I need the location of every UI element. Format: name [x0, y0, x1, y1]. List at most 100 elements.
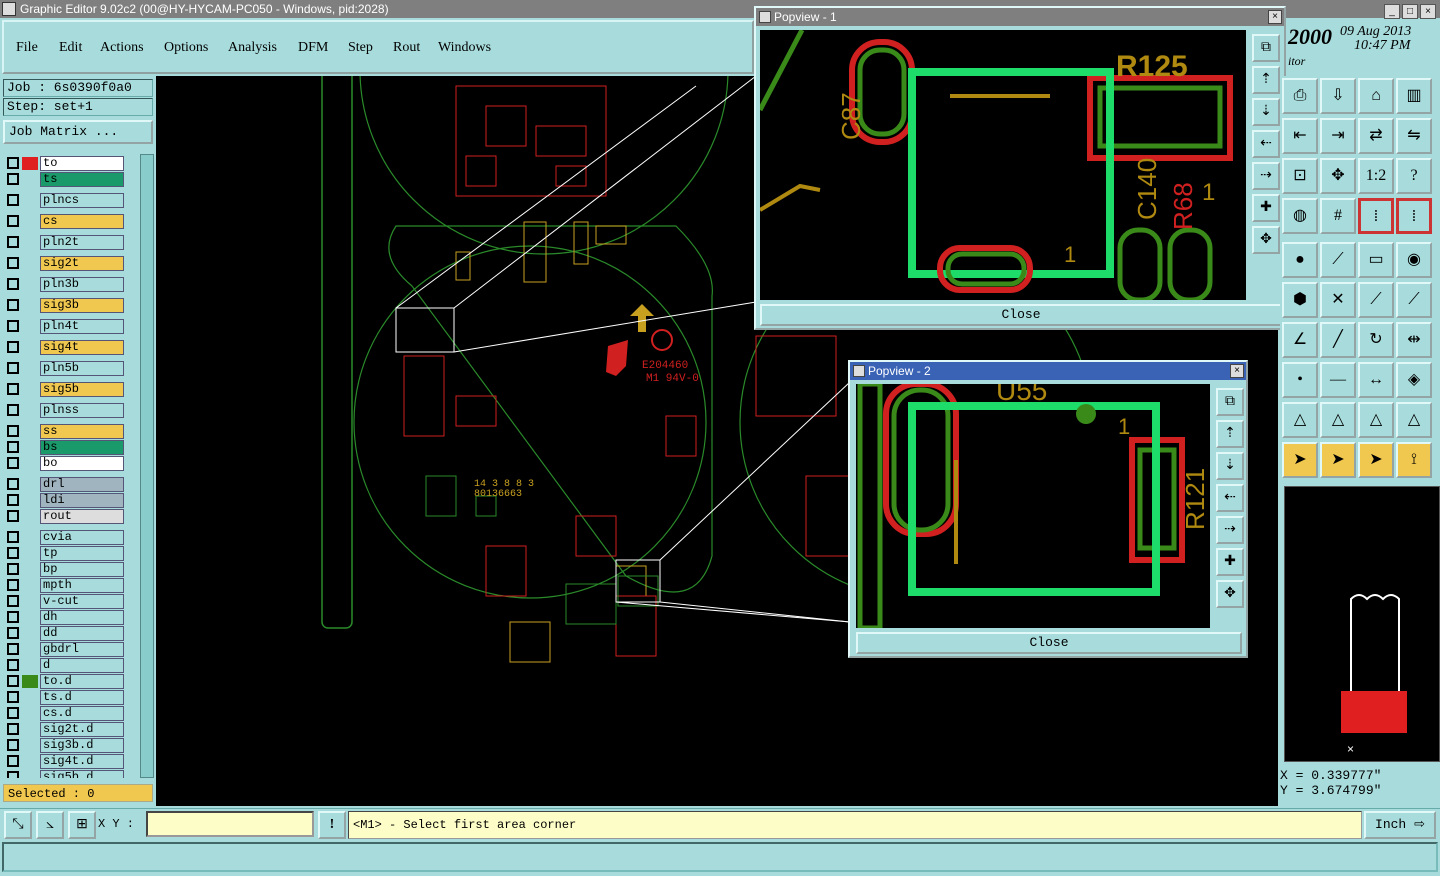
tool-fit-icon[interactable]: ⊡ [1282, 158, 1318, 194]
layer-name[interactable]: gbdrl [40, 642, 124, 657]
tool-flip-icon[interactable]: ⇋ [1396, 118, 1432, 154]
layer-color-swatch[interactable] [22, 691, 38, 704]
layer-row-plnss[interactable]: plnss [4, 403, 126, 418]
menu-rout[interactable]: Rout [393, 40, 420, 56]
minimize-icon[interactable]: _ [1384, 4, 1400, 19]
layer-color-swatch[interactable] [22, 563, 38, 576]
layer-name[interactable]: mpth [40, 578, 124, 593]
layer-row-sig3b[interactable]: sig3b [4, 298, 126, 313]
layer-checkbox[interactable] [7, 771, 19, 778]
tool-cross-icon[interactable]: ✕ [1320, 282, 1356, 318]
tool-hline-icon[interactable]: — [1320, 362, 1356, 398]
layer-row-to[interactable]: to [4, 156, 126, 171]
tool-mirror-icon[interactable]: ⇹ [1396, 322, 1432, 358]
zoom-area-icon[interactable]: ⤡ [4, 811, 32, 839]
popview-2-close-button[interactable]: Close [856, 632, 1242, 654]
layer-row-mpth[interactable]: mpth [4, 578, 126, 593]
layer-color-swatch[interactable] [22, 723, 38, 736]
layer-color-swatch[interactable] [22, 257, 38, 270]
tool-home-icon[interactable]: ⌂ [1358, 78, 1394, 114]
tool-scale-icon[interactable]: 1:2 [1358, 158, 1394, 194]
popview-1-pan-down-icon[interactable]: ⇣ [1252, 98, 1280, 126]
layer-row-tp[interactable]: tp [4, 546, 126, 561]
popview-2-zoom-out-icon[interactable]: ✥ [1216, 580, 1244, 608]
layer-color-swatch[interactable] [22, 341, 38, 354]
layer-checkbox[interactable] [7, 707, 19, 719]
tool-move-right-icon[interactable]: ⇥ [1320, 118, 1356, 154]
layer-checkbox[interactable] [7, 723, 19, 735]
layer-name[interactable]: ts [40, 172, 124, 187]
layer-checkbox[interactable] [7, 627, 19, 639]
tool-arc-icon[interactable]: ↻ [1358, 322, 1394, 358]
layer-name[interactable]: ts.d [40, 690, 124, 705]
popview-1-zoom-in-icon[interactable]: ✚ [1252, 194, 1280, 222]
layer-name[interactable]: sig4t.d [40, 754, 124, 769]
layer-row-ts.d[interactable]: ts.d [4, 690, 126, 705]
layer-checkbox[interactable] [7, 194, 19, 206]
layer-name[interactable]: to [40, 156, 124, 171]
layer-checkbox[interactable] [7, 547, 19, 559]
layer-color-swatch[interactable] [22, 478, 38, 491]
layer-checkbox[interactable] [7, 457, 19, 469]
popview-1-close-icon[interactable]: × [1268, 10, 1282, 24]
layer-checkbox[interactable] [7, 425, 19, 437]
popview-1-zoom-window-icon[interactable]: ⧉ [1252, 34, 1280, 62]
tool-pad-icon[interactable]: ◉ [1396, 242, 1432, 278]
layer-checkbox[interactable] [7, 404, 19, 416]
layer-color-swatch[interactable] [22, 707, 38, 720]
layer-row-pln4t[interactable]: pln4t [4, 319, 126, 334]
layer-row-sig2t[interactable]: sig2t [4, 256, 126, 271]
layer-name[interactable]: sig4t [40, 340, 124, 355]
layer-color-swatch[interactable] [22, 659, 38, 672]
layer-checkbox[interactable] [7, 691, 19, 703]
layer-name[interactable]: cvia [40, 530, 124, 545]
popview-2-pan-down-icon[interactable]: ⇣ [1216, 452, 1244, 480]
tool-move-left-icon[interactable]: ⇤ [1282, 118, 1318, 154]
layer-color-swatch[interactable] [22, 236, 38, 249]
popview-2-view[interactable]: U55 R121 1 [856, 384, 1210, 628]
layer-checkbox[interactable] [7, 595, 19, 607]
layer-row-to.d[interactable]: to.d [4, 674, 126, 689]
layer-name[interactable]: dd [40, 626, 124, 641]
layer-checkbox[interactable] [7, 341, 19, 353]
layer-checkbox[interactable] [7, 510, 19, 522]
layer-row-dd[interactable]: dd [4, 626, 126, 641]
layer-name[interactable]: sig5b.d [40, 770, 124, 778]
tool-link-icon[interactable]: ⟋ [1358, 282, 1394, 318]
layer-row-sig5b[interactable]: sig5b [4, 382, 126, 397]
layer-name[interactable]: sig2t [40, 256, 124, 271]
maximize-icon[interactable]: □ [1402, 4, 1418, 19]
layer-color-swatch[interactable] [22, 579, 38, 592]
job-matrix-button[interactable]: Job Matrix ... [3, 120, 153, 144]
layer-color-swatch[interactable] [22, 494, 38, 507]
layer-checkbox[interactable] [7, 659, 19, 671]
layer-checkbox[interactable] [7, 739, 19, 751]
layer-name[interactable]: pln2t [40, 235, 124, 250]
tool-tri2-icon[interactable]: △ [1320, 402, 1356, 438]
layer-row-sig4t[interactable]: sig4t [4, 340, 126, 355]
layer-color-swatch[interactable] [22, 611, 38, 624]
layer-name[interactable]: pln4t [40, 319, 124, 334]
tool-line-icon[interactable]: ╱ [1320, 322, 1356, 358]
layer-name[interactable]: ss [40, 424, 124, 439]
layer-row-ts[interactable]: ts [4, 172, 126, 187]
snap-grid-icon[interactable]: ⊞ [68, 811, 96, 839]
layer-row-cvia[interactable]: cvia [4, 530, 126, 545]
menu-actions[interactable]: Actions [100, 40, 144, 56]
close-icon[interactable]: × [1420, 4, 1436, 19]
layer-name[interactable]: to.d [40, 674, 124, 689]
layer-checkbox[interactable] [7, 531, 19, 543]
tool-measure-icon[interactable]: ⟋ [1320, 242, 1356, 278]
layer-row-ss[interactable]: ss [4, 424, 126, 439]
tool-swap-icon[interactable]: ⇄ [1358, 118, 1394, 154]
tool-link2-icon[interactable]: ⟋ [1396, 282, 1432, 318]
tool-save-icon[interactable]: ⇩ [1320, 78, 1356, 114]
layer-color-swatch[interactable] [22, 675, 38, 688]
layer-color-swatch[interactable] [22, 627, 38, 640]
layer-name[interactable]: pln3b [40, 277, 124, 292]
layer-row-rout[interactable]: rout [4, 509, 126, 524]
layer-row-v-cut[interactable]: v-cut [4, 594, 126, 609]
layer-checkbox[interactable] [7, 173, 19, 185]
layer-color-swatch[interactable] [22, 404, 38, 417]
popview-2-sys-icon[interactable] [853, 365, 865, 377]
